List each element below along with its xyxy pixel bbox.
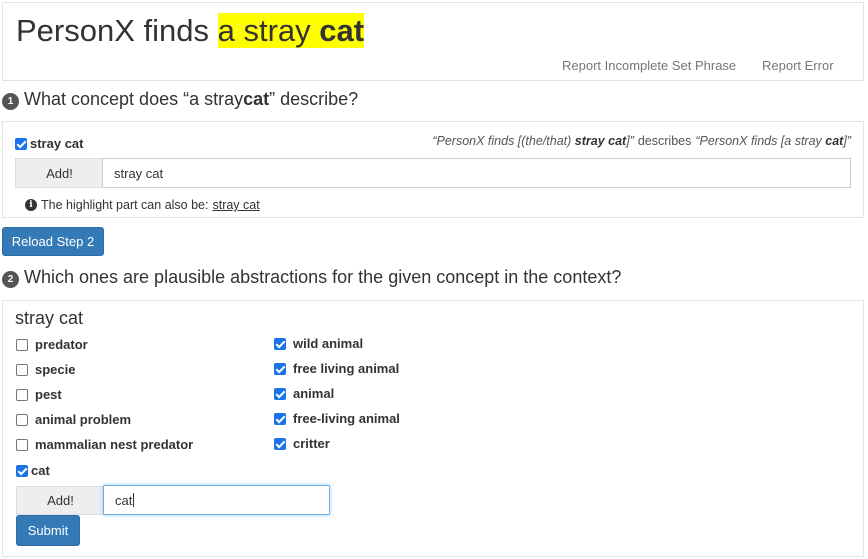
step2-heading: 2 Which ones are plausible abstractions …	[2, 267, 621, 288]
abstraction-option[interactable]: wild animal	[274, 336, 363, 351]
abstraction-checkbox[interactable]	[16, 413, 28, 426]
step1-concept-input[interactable]: stray cat	[102, 158, 851, 188]
step1-question-suffix: ” describe?	[269, 89, 359, 109]
page-title: PersonX finds a stray cat	[16, 13, 365, 49]
step2-abstraction-input[interactable]: cat	[103, 485, 330, 515]
header-panel: PersonX finds a stray cat Report Incompl…	[2, 2, 864, 81]
desc-part1: “PersonX finds [(the/that)	[432, 134, 575, 148]
desc-bold1: stray cat	[574, 134, 627, 148]
abstraction-option[interactable]: pest	[16, 387, 62, 402]
concept-option[interactable]: stray cat	[15, 136, 83, 151]
text-caret	[133, 493, 135, 507]
abstraction-checkbox[interactable]	[274, 437, 286, 450]
abstraction-checkbox[interactable]	[274, 362, 286, 375]
abstraction-option[interactable]: predator	[16, 337, 88, 352]
abstraction-checkbox[interactable]	[16, 388, 28, 401]
abstraction-checkbox[interactable]	[274, 387, 286, 400]
abstraction-checkbox[interactable]	[16, 363, 28, 376]
title-highlight: a stray cat	[217, 13, 365, 48]
abstraction-checkbox[interactable]	[274, 412, 286, 425]
abstraction-checkbox[interactable]	[16, 464, 28, 477]
abstraction-label: specie	[35, 362, 76, 377]
concept-description: “PersonX finds [(the/that) stray cat]” de…	[432, 134, 851, 148]
step1-number-badge: 1	[2, 92, 19, 110]
abstraction-label: animal	[293, 386, 335, 401]
abstraction-option[interactable]: animal	[274, 386, 334, 401]
title-highlight-bold: cat	[319, 13, 365, 48]
title-highlight-text: a stray	[217, 13, 320, 48]
abstraction-label: free living animal	[293, 361, 400, 376]
abstraction-label: animal problem	[35, 412, 132, 427]
submit-button[interactable]: Submit	[16, 515, 80, 546]
info-icon: i	[25, 199, 37, 211]
report-error-link[interactable]: Report Error	[762, 58, 834, 73]
abstraction-option[interactable]: animal problem	[16, 412, 131, 427]
abstraction-option[interactable]: cat	[16, 463, 50, 478]
abstraction-label: wild animal	[293, 336, 364, 351]
title-prefix: PersonX finds	[16, 13, 218, 48]
desc-part3: “PersonX finds [a stray	[695, 134, 826, 148]
step1-heading: 1 What concept does “a stray cat” descri…	[2, 89, 358, 110]
step2-question: Which ones are plausible abstractions fo…	[24, 267, 622, 287]
abstraction-label: critter	[293, 436, 330, 451]
abstraction-option[interactable]: critter	[274, 436, 330, 451]
highlight-hint: i The highlight part can also be: stray …	[25, 198, 260, 212]
desc-bold2: cat	[825, 134, 844, 148]
abstraction-label: free-living animal	[293, 411, 400, 426]
report-incomplete-link[interactable]: Report Incomplete Set Phrase	[562, 58, 736, 73]
concept-option-label: stray cat	[30, 136, 84, 151]
step2-input-value: cat	[115, 492, 133, 508]
reload-step2-button[interactable]: Reload Step 2	[2, 227, 104, 256]
abstraction-option[interactable]: free living animal	[274, 361, 399, 376]
hint-alternative-link[interactable]: stray cat	[212, 198, 259, 212]
abstraction-option[interactable]: free-living animal	[274, 411, 400, 426]
abstraction-label: cat	[31, 463, 50, 478]
abstraction-option[interactable]: specie	[16, 362, 75, 377]
step2-number-badge: 2	[2, 270, 19, 288]
step1-add-button[interactable]: Add!	[15, 158, 103, 188]
desc-describes: describes	[637, 134, 692, 148]
step2-panel: stray cat predator specie pest animal pr…	[2, 300, 864, 557]
hint-text: The highlight part can also be:	[41, 198, 209, 212]
abstraction-label: pest	[35, 387, 62, 402]
concept-title: stray cat	[15, 308, 84, 328]
abstraction-checkbox[interactable]	[16, 438, 28, 451]
abstraction-label: mammalian nest predator	[35, 437, 194, 452]
abstraction-label: predator	[35, 337, 88, 352]
abstraction-checkbox[interactable]	[274, 337, 286, 350]
step1-panel: stray cat “PersonX finds [(the/that) str…	[2, 121, 864, 218]
desc-part4: ]”	[843, 134, 851, 148]
step1-question-bold: cat	[243, 89, 270, 109]
step1-question-prefix: What concept does “a stray	[24, 89, 244, 109]
abstraction-option[interactable]: mammalian nest predator	[16, 437, 193, 452]
desc-part2: ]”	[626, 134, 634, 148]
step2-add-button[interactable]: Add!	[16, 486, 104, 515]
abstraction-checkbox[interactable]	[16, 338, 28, 351]
concept-checkbox[interactable]	[15, 137, 27, 150]
